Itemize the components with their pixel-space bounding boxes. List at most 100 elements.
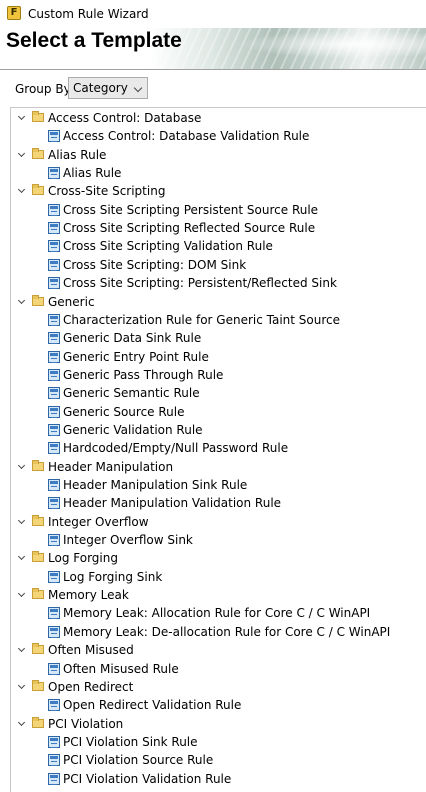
tree-rule-item[interactable]: Generic Entry Point Rule <box>11 348 426 366</box>
tree-rule-item[interactable]: Generic Source Rule <box>11 403 426 421</box>
tree-rule-item[interactable]: Often Misused Rule <box>11 660 426 678</box>
chevron-down-icon[interactable] <box>17 149 26 157</box>
tree-rule-item[interactable]: Integer Overflow Sink <box>11 531 426 549</box>
tree-category-label: Generic <box>48 294 95 309</box>
rule-template-icon <box>48 735 60 748</box>
tree-category-alias-rule[interactable]: Alias Rule <box>11 146 426 164</box>
rule-template-icon <box>48 222 60 235</box>
tree-rule-item[interactable]: Generic Data Sink Rule <box>11 329 426 347</box>
tree-rule-item[interactable]: PCI Violation Sink Rule <box>11 733 426 751</box>
tree-rule-label: Integer Overflow Sink <box>63 533 193 548</box>
tree-rule-item[interactable]: Memory Leak: Allocation Rule for Core C … <box>11 604 426 622</box>
tree-category-label: PCI Violation <box>48 716 124 731</box>
tree-rule-item[interactable]: Open Redirect Validation Rule <box>11 696 426 714</box>
tree-rule-item[interactable]: Cross Site Scripting: Persistent/Reflect… <box>11 274 426 292</box>
rule-template-icon <box>48 772 60 785</box>
folder-open-icon <box>32 551 44 563</box>
tree-rule-item[interactable]: Hardcoded/Empty/Null Password Rule <box>11 439 426 457</box>
tree-rule-label: Characterization Rule for Generic Taint … <box>63 312 341 327</box>
tree-rule-label: Generic Data Sink Rule <box>63 331 202 346</box>
wizard-header: Select a Template <box>0 28 426 69</box>
rule-template-icon <box>48 350 60 363</box>
folder-open-icon <box>32 514 44 526</box>
tree-rule-label: Often Misused Rule <box>63 661 179 676</box>
chevron-down-icon[interactable] <box>17 718 26 726</box>
folder-open-icon <box>32 111 44 122</box>
tree-rule-item[interactable]: PCI Violation Source Rule <box>11 751 426 769</box>
tree-rule-item[interactable]: Access Control: Database Validation Rule <box>11 127 426 145</box>
chevron-down-icon[interactable] <box>17 461 26 469</box>
tree-category-generic[interactable]: Generic <box>11 293 426 311</box>
rule-template-icon <box>48 442 60 455</box>
tree-rule-label: Hardcoded/Empty/Null Password Rule <box>63 441 289 456</box>
tree-category-open-redirect[interactable]: Open Redirect <box>11 678 426 696</box>
tree-category-often-misused[interactable]: Often Misused <box>11 641 426 659</box>
chevron-down-icon[interactable] <box>17 296 26 304</box>
group-by-dropdown[interactable]: Category <box>68 77 148 99</box>
rule-template-icon <box>48 662 60 675</box>
folder-open-icon <box>32 184 44 196</box>
tree-rule-label: Memory Leak: De-allocation Rule for Core… <box>63 624 391 639</box>
folder-open-icon <box>32 643 44 655</box>
tree-category-memory-leak[interactable]: Memory Leak <box>11 586 426 604</box>
tree-rule-item[interactable]: Cross Site Scripting Persistent Source R… <box>11 201 426 219</box>
rule-template-icon <box>48 479 60 491</box>
tree-category-label: Alias Rule <box>48 147 107 162</box>
tree-rule-item[interactable]: Cross Site Scripting Validation Rule <box>11 237 426 255</box>
group-by-label: Group By: <box>15 82 74 96</box>
chevron-down-icon[interactable] <box>17 681 26 689</box>
tree-rule-label: Cross Site Scripting Persistent Source R… <box>63 202 319 217</box>
tree-category-header-manipulation[interactable]: Header Manipulation <box>11 458 426 476</box>
rule-template-icon <box>48 625 60 638</box>
tree-rule-item[interactable]: Memory Leak: De-allocation Rule for Core… <box>11 623 426 641</box>
rule-template-icon <box>48 497 60 510</box>
tree-rule-item[interactable]: Header Manipulation Validation Rule <box>11 494 426 512</box>
tree-category-label: Log Forging <box>48 551 118 566</box>
rule-template-icon <box>48 368 60 381</box>
chevron-down-icon[interactable] <box>17 516 26 524</box>
tree-rule-label: Header Manipulation Validation Rule <box>63 496 282 511</box>
chevron-down-icon[interactable] <box>17 645 26 653</box>
folder-open-icon <box>32 294 44 306</box>
tree-rule-item[interactable]: Cross Site Scripting Reflected Source Ru… <box>11 219 426 237</box>
template-tree[interactable]: Access Control: Database Access Control: … <box>10 107 426 792</box>
tree-rule-item[interactable]: Cross Site Scripting: DOM Sink <box>11 256 426 274</box>
tree-rule-label: Generic Pass Through Rule <box>63 367 224 382</box>
tree-category-cross-site-scripting[interactable]: Cross-Site Scripting <box>11 182 426 200</box>
tree-rule-label: Memory Leak: Allocation Rule for Core C … <box>63 606 371 621</box>
tree-rule-item[interactable]: Characterization Rule for Generic Taint … <box>11 311 426 329</box>
chevron-down-icon[interactable] <box>17 112 26 121</box>
chevron-down-icon[interactable] <box>17 590 26 598</box>
tree-rule-item[interactable]: Generic Pass Through Rule <box>11 366 426 384</box>
tree-category-log-forging[interactable]: Log Forging <box>11 549 426 567</box>
tree-rule-item[interactable]: Header Manipulation Sink Rule <box>11 476 426 494</box>
tree-rule-label: PCI Violation Source Rule <box>63 753 214 768</box>
tree-category-pci-violation[interactable]: PCI Violation <box>11 715 426 733</box>
tree-rule-label: Access Control: Database Validation Rule <box>63 129 310 144</box>
tree-rule-item[interactable]: Generic Semantic Rule <box>11 384 426 402</box>
title-bar: F Custom Rule Wizard <box>0 0 426 28</box>
header-banner-graphic <box>150 28 426 69</box>
tree-category-integer-overflow[interactable]: Integer Overflow <box>11 513 426 531</box>
tree-rule-item[interactable]: Alias Rule <box>11 164 426 182</box>
tree-rule-label: Cross Site Scripting Validation Rule <box>63 239 273 254</box>
folder-open-icon <box>32 147 44 159</box>
chevron-down-icon <box>133 83 143 93</box>
tree-category-label: Access Control: Database <box>48 111 202 125</box>
tree-rule-item[interactable]: Log Forging Sink <box>11 568 426 586</box>
tree-rule-label: Alias Rule <box>63 166 122 181</box>
rule-template-icon <box>48 699 60 712</box>
tree-category-label: Integer Overflow <box>48 514 149 529</box>
tree-category-label: Memory Leak <box>48 588 129 603</box>
chevron-down-icon[interactable] <box>17 186 26 194</box>
rule-template-icon <box>48 258 60 271</box>
tree-category-label: Often Misused <box>48 643 134 658</box>
folder-open-icon <box>32 588 44 600</box>
tree-rule-item[interactable]: Generic Validation Rule <box>11 421 426 439</box>
rule-template-icon <box>48 167 60 180</box>
chevron-down-icon[interactable] <box>17 553 26 561</box>
tree-rule-label: Open Redirect Validation Rule <box>63 698 242 713</box>
tree-category-access-control-database[interactable]: Access Control: Database <box>11 109 426 127</box>
tree-rule-item[interactable]: PCI Violation Validation Rule <box>11 770 426 788</box>
tree-rule-label: Generic Validation Rule <box>63 422 203 437</box>
